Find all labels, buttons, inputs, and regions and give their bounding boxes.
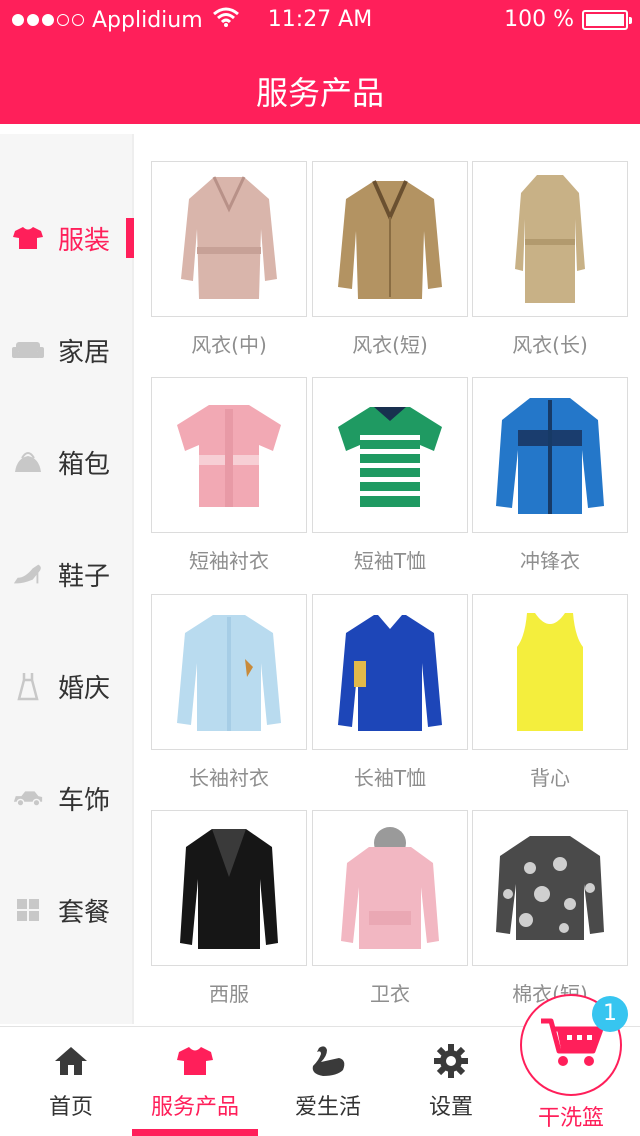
product-card[interactable]: 短袖衬衣 [151,377,307,574]
active-tab-indicator [132,1129,258,1136]
category-sidebar: 服装 家居 箱包 鞋子 婚庆 车饰 套餐 [0,134,134,1024]
status-right: 100 % [504,7,632,32]
product-image [312,377,468,533]
product-image [312,810,468,966]
sidebar-item-clothing[interactable]: 服装 [0,208,134,268]
product-card[interactable]: 卫衣 [312,810,468,1007]
top-bar: Applidium 11:27 AM 100 % 服务产品 [0,0,640,124]
product-image [472,377,628,533]
product-label: 长袖衬衣 [189,766,269,790]
product-grid: 风衣(中) 风衣(短) 风衣(长) 短袖衬衣 短袖T恤 冲锋衣 长袖衬衣 长袖T… [136,134,640,1024]
sidebar-item-label: 家居 [58,337,111,368]
product-image [151,810,307,966]
product-image [151,161,307,317]
product-label: 卫衣 [370,982,410,1006]
product-card[interactable]: 长袖T恤 [312,594,468,791]
product-card[interactable]: 西服 [151,810,307,1007]
status-bar: Applidium 11:27 AM 100 % [0,0,640,40]
product-card[interactable]: 风衣(短) [312,161,468,358]
tab-label: 设置 [428,1095,473,1120]
sidebar-item-label: 服装 [58,225,111,256]
cart-count-badge: 1 [592,996,628,1032]
tab-label: 首页 [48,1095,93,1120]
sidebar-item-bags[interactable]: 箱包 [0,432,134,492]
product-label: 背心 [530,766,570,790]
product-label: 短袖T恤 [353,549,427,573]
tshirt-icon [177,1039,213,1083]
product-label: 冲锋衣 [520,549,580,573]
product-label: 短袖衬衣 [189,549,269,573]
dress-icon [12,672,44,701]
sidebar-item-label: 婚庆 [58,673,111,704]
tab-service-products[interactable]: 服务产品 [132,1027,258,1136]
sidebar-item-label: 套餐 [58,897,111,928]
product-image [151,377,307,533]
product-image [151,594,307,750]
tshirt-icon [12,224,44,252]
product-card[interactable]: 背心 [472,594,628,791]
swan-icon [309,1039,347,1083]
cart-icon [539,1017,604,1073]
product-image [472,161,628,317]
sidebar-item-home[interactable]: 家居 [0,320,134,380]
tab-settings[interactable]: 设置 [416,1027,486,1136]
active-indicator [126,218,134,258]
product-card[interactable]: 风衣(中) [151,161,307,358]
battery-icon [582,9,632,30]
sidebar-item-car[interactable]: 车饰 [0,768,134,828]
bag-icon [12,448,44,476]
sofa-icon [12,336,44,364]
tab-label: 爱生活 [294,1095,361,1120]
tab-home[interactable]: 首页 [36,1027,106,1136]
product-label: 风衣(短) [352,333,428,357]
sidebar-item-label: 鞋子 [58,561,111,592]
product-label: 西服 [209,982,249,1006]
sidebar-item-wedding[interactable]: 婚庆 [0,656,134,716]
high-heel-icon [12,560,44,588]
battery-percent: 100 % [504,7,574,32]
product-card[interactable]: 长袖衬衣 [151,594,307,791]
product-image [472,810,628,966]
product-label: 风衣(中) [191,333,267,357]
grid-icon [12,896,44,924]
product-card[interactable]: 冲锋衣 [472,377,628,574]
product-image [312,161,468,317]
car-icon [12,784,44,812]
gear-icon [434,1039,468,1083]
basket-label[interactable]: 干洗篮 [508,1100,634,1132]
sidebar-item-label: 车饰 [58,785,111,816]
product-card[interactable]: 短袖T恤 [312,377,468,574]
sidebar-item-package[interactable]: 套餐 [0,880,134,940]
tab-love-life[interactable]: 爱生活 [290,1027,366,1136]
product-card[interactable]: 棉衣(短) [472,810,628,1007]
product-label: 风衣(长) [512,333,588,357]
product-card[interactable]: 风衣(长) [472,161,628,358]
product-image [312,594,468,750]
sidebar-item-label: 箱包 [58,449,111,480]
product-image [472,594,628,750]
product-label: 长袖T恤 [353,766,427,790]
page-title: 服务产品 [255,74,384,112]
home-icon [54,1039,88,1083]
sidebar-item-shoes[interactable]: 鞋子 [0,544,134,604]
tab-label: 服务产品 [150,1095,239,1120]
